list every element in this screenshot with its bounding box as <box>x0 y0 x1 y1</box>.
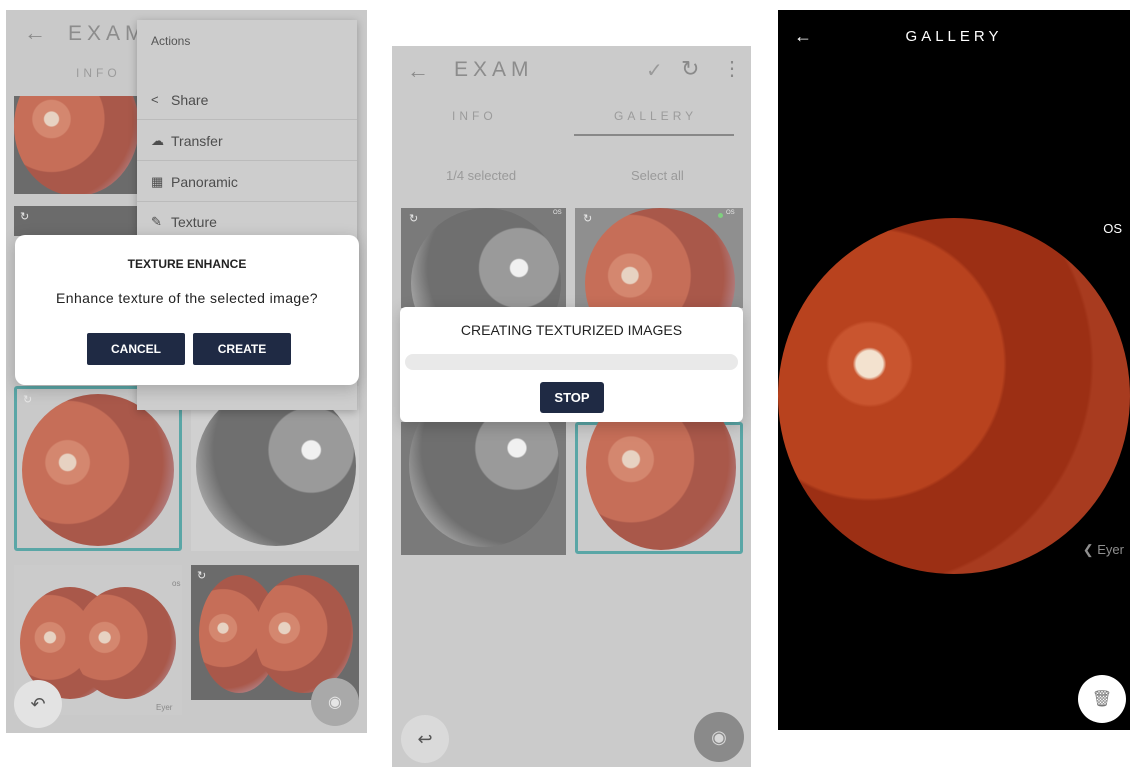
camera-icon: ◉ <box>328 694 342 711</box>
fundus-image <box>409 422 559 547</box>
undo-icon: ↶ <box>30 693 46 714</box>
page-title: EXAM <box>454 58 534 81</box>
stop-button[interactable]: STOP <box>540 382 604 413</box>
menu-item-label: Transfer <box>171 132 223 149</box>
reply-button[interactable]: ↩ <box>401 715 449 763</box>
refresh-icon: ↻ <box>197 570 207 582</box>
back-arrow-icon[interactable]: ← <box>407 58 429 84</box>
cancel-button[interactable]: CANCEL <box>87 333 185 365</box>
back-arrow-icon[interactable]: ← <box>24 20 46 46</box>
dialog-message: Enhance texture of the selected image? <box>56 290 318 306</box>
refresh-icon: ↻ <box>20 211 30 223</box>
active-tab-indicator <box>574 134 734 136</box>
thumbnail[interactable] <box>14 96 139 194</box>
menu-item-label: Texture <box>171 214 217 230</box>
reply-icon: ↩ <box>417 728 433 749</box>
image-icon: ▦ <box>151 173 164 189</box>
refresh-icon: ↻ <box>409 213 419 225</box>
camera-button[interactable]: ◉ <box>694 712 744 762</box>
tab-gallery[interactable]: GALLERY <box>614 109 697 123</box>
tab-info[interactable]: INFO <box>452 109 497 123</box>
brand-name: Eyer <box>1097 542 1124 557</box>
menu-item-transfer[interactable]: ☁ Transfer <box>137 121 357 161</box>
tab-info[interactable]: INFO <box>76 66 121 80</box>
refresh-icon: ↻ <box>583 213 593 225</box>
fundus-image <box>22 394 174 546</box>
fundus-image <box>778 218 1130 574</box>
thumbnail[interactable]: ↻ OS <box>575 208 743 308</box>
page-title: GALLERY <box>905 28 1003 45</box>
select-all-link[interactable]: Select all <box>631 168 684 183</box>
share-icon: < <box>151 92 159 107</box>
fundus-image <box>585 208 735 308</box>
fundus-image <box>74 587 176 699</box>
menu-item-label: Panoramic <box>171 173 238 190</box>
texture-enhance-dialog: TEXTURE ENHANCE Enhance texture of the s… <box>15 235 359 385</box>
texture-enhance-screen: ← EXAM INFO ↻ ↻ os Eyer ↻ Actions < Shar… <box>6 10 367 733</box>
menu-title: Actions <box>151 34 191 48</box>
create-button[interactable]: CREATE <box>193 333 291 365</box>
undo-button[interactable]: ↶ <box>14 680 62 728</box>
thumbnail[interactable] <box>401 422 566 555</box>
dialog-title: TEXTURE ENHANCE <box>127 257 247 271</box>
brush-icon: ✎ <box>151 214 162 229</box>
brand-mark-icon: ❮ <box>1082 542 1094 557</box>
refresh-icon: ↻ <box>23 394 33 406</box>
thumbnail[interactable]: ↻ OS <box>401 208 566 308</box>
progress-bar <box>405 354 738 370</box>
creating-texturized-screen: ← EXAM ✓ ↻ ⋮ INFO GALLERY 1/4 selected S… <box>392 46 751 767</box>
eye-label: os <box>172 579 181 588</box>
eye-label: OS <box>553 210 562 216</box>
thumbnail[interactable]: ↻ <box>14 206 139 236</box>
selection-count: 1/4 selected <box>446 168 517 183</box>
sync-icon[interactable]: ↻ <box>681 56 699 82</box>
fundus-image <box>255 575 353 693</box>
camera-button[interactable]: ◉ <box>311 678 359 726</box>
check-icon[interactable]: ✓ <box>646 58 663 83</box>
eye-label: OS <box>1103 221 1122 236</box>
cloud-upload-icon: ☁ <box>151 132 164 148</box>
trash-icon: 🗑 <box>1091 691 1113 708</box>
eye-label: OS <box>726 210 735 216</box>
status-dot <box>718 213 723 218</box>
selected-thumbnail[interactable] <box>575 385 743 554</box>
selected-thumbnail[interactable]: ↻ <box>14 386 182 551</box>
page-title: EXAM <box>68 22 148 45</box>
progress-dialog: CREATING TEXTURIZED IMAGES STOP <box>400 307 743 422</box>
gallery-viewer-screen: ← GALLERY OS ❮ Eyer 🗑 <box>778 10 1130 730</box>
fundus-image <box>411 208 561 308</box>
menu-item-panoramic[interactable]: ▦ Panoramic <box>137 162 357 202</box>
fundus-image <box>14 96 139 194</box>
menu-item-label: Share <box>171 91 209 108</box>
more-vert-icon[interactable]: ⋮ <box>722 56 742 81</box>
delete-button[interactable]: 🗑 <box>1078 675 1126 723</box>
fundus-image <box>196 386 356 546</box>
dialog-title: CREATING TEXTURIZED IMAGES <box>460 322 683 338</box>
brand-logo: Eyer <box>156 703 173 712</box>
thumbnail[interactable] <box>191 386 359 551</box>
brand-logo: ❮ Eyer <box>1083 542 1124 558</box>
camera-icon: ◉ <box>711 726 727 747</box>
tab-bar: INFO GALLERY <box>392 102 751 136</box>
menu-item-share[interactable]: < Share <box>137 80 357 120</box>
